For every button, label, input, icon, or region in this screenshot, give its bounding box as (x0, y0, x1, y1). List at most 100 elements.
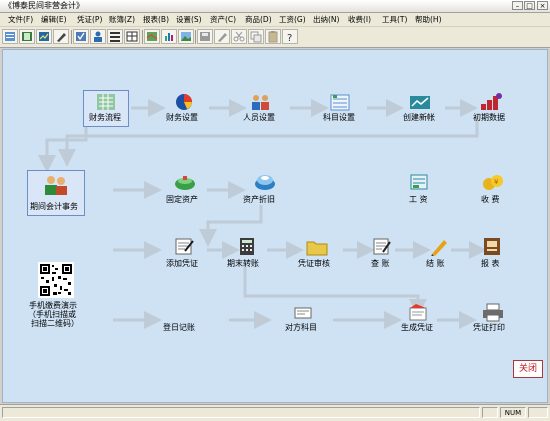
menu-fees[interactable]: 收费(I) (348, 13, 371, 26)
edit-icon (218, 33, 227, 42)
menu-cashier[interactable]: 出纳(N) (313, 13, 339, 26)
voucher-audit-icon[interactable] (305, 238, 329, 256)
finance-settings-icon[interactable] (173, 92, 195, 112)
menu-goods[interactable]: 商品(D) (245, 13, 272, 26)
journal-icon (173, 308, 193, 316)
toolbar-cut-button[interactable] (231, 29, 247, 44)
depreciation-label[interactable]: 资产折旧 (243, 194, 275, 205)
toolbar-save-button[interactable] (197, 29, 213, 44)
toolbar-report-button[interactable] (36, 29, 52, 44)
paste-icon (268, 31, 278, 43)
qr-code-icon[interactable] (38, 262, 74, 298)
toolbar-map-button[interactable] (144, 29, 160, 44)
title-bar: 《博泰民间非营会计》 – □ × (0, 0, 550, 13)
counter-account-label[interactable]: 对方科目 (285, 322, 317, 333)
menu-edit[interactable]: 编辑(E) (41, 13, 67, 26)
menu-tools[interactable]: 工具(T) (382, 13, 407, 26)
generate-voucher-label[interactable]: 生成凭证 (401, 322, 433, 333)
finance-flow-icon (97, 94, 115, 110)
daily-journal-label[interactable]: 登日记账 (163, 322, 195, 333)
staff-settings-label[interactable]: 人员设置 (243, 112, 275, 123)
svg-text:¥: ¥ (494, 178, 499, 186)
account-settings-label[interactable]: 科目设置 (323, 112, 355, 123)
toolbar-audit-button[interactable] (73, 29, 89, 44)
voucher-print-label[interactable]: 凭证打印 (473, 322, 505, 333)
toolbar-separator (195, 30, 196, 44)
toolbar-person-button[interactable] (90, 29, 106, 44)
image-icon (181, 32, 191, 41)
menu-help[interactable]: 帮助(H) (415, 13, 442, 26)
finance-flow-label: 财务流程 (89, 113, 121, 122)
voucher-icon (5, 32, 15, 41)
finance-settings-label[interactable]: 财务设置 (166, 112, 198, 123)
opening-data-icon[interactable] (479, 92, 503, 112)
menu-report[interactable]: 报表(B) (143, 13, 169, 26)
menu-payroll[interactable]: 工资(G) (279, 13, 306, 26)
payroll-label[interactable]: 工 资 (409, 194, 428, 205)
ledger-icon (22, 32, 32, 41)
payroll-icon[interactable] (408, 172, 430, 192)
toolbar-copy-button[interactable] (248, 29, 264, 44)
status-caps-panel (482, 407, 498, 418)
generate-voucher-icon[interactable] (406, 302, 430, 322)
list-icon (110, 32, 120, 42)
maximize-button[interactable]: □ (524, 1, 535, 10)
staff-settings-icon[interactable] (249, 92, 273, 112)
menu-assets[interactable]: 资产(C) (210, 13, 236, 26)
close-books-label[interactable]: 结 账 (426, 258, 445, 269)
toolbar-chart-button[interactable] (161, 29, 177, 44)
toolbar-ledger-button[interactable] (19, 29, 35, 44)
period-transfer-icon[interactable] (237, 236, 257, 256)
check-account-label[interactable]: 查 账 (371, 258, 390, 269)
fees-icon[interactable]: ¥ (481, 172, 505, 192)
report-icon (39, 32, 49, 41)
add-voucher-label[interactable]: 添加凭证 (166, 258, 198, 269)
toolbar-pen-button[interactable] (53, 29, 69, 44)
menu-file[interactable]: 文件(F) (8, 13, 33, 26)
close-button[interactable]: 关闭 (513, 360, 543, 378)
toolbar-list-button[interactable] (107, 29, 123, 44)
new-ledger-icon[interactable] (408, 92, 432, 112)
check-account-icon[interactable] (371, 236, 393, 256)
status-bar: NUM (0, 404, 550, 421)
fixed-assets-icon[interactable] (173, 174, 197, 192)
qr-caption-line3: 扫描二维码） (31, 319, 79, 328)
close-books-icon[interactable] (428, 236, 450, 256)
toolbar-help-button[interactable]: ? (282, 29, 298, 44)
help-icon: ? (287, 33, 292, 43)
new-ledger-label[interactable]: 创建新帐 (403, 112, 435, 123)
status-scroll-panel (528, 407, 548, 418)
toolbar: ? (0, 27, 550, 48)
depreciation-icon[interactable] (253, 172, 277, 192)
toolbar-separator (71, 30, 72, 44)
save-icon (200, 32, 210, 41)
toolbar-separator (142, 30, 143, 44)
svg-text:?: ? (287, 33, 292, 43)
menu-voucher[interactable]: 凭证(P) (77, 13, 102, 26)
reports-icon[interactable] (481, 236, 503, 256)
map-icon (146, 32, 158, 41)
fixed-assets-label[interactable]: 固定资产 (166, 194, 198, 205)
account-settings-icon[interactable] (329, 92, 351, 112)
menu-ledger[interactable]: 账簿(Z) (109, 13, 135, 26)
voucher-print-icon[interactable] (481, 302, 505, 322)
menu-settings[interactable]: 设置(S) (176, 13, 202, 26)
toolbar-table-button[interactable] (124, 29, 140, 44)
toolbar-voucher-button[interactable] (2, 29, 18, 44)
minimize-button[interactable]: – (512, 1, 523, 10)
status-message-panel (2, 407, 480, 418)
flow-canvas: 财务流程 财务设置 人员设置 科目设置 创建新帐 初期数据 期间会计事务 固定资… (2, 49, 548, 403)
cut-icon (233, 31, 245, 42)
period-transfer-label[interactable]: 期末转账 (227, 258, 259, 269)
close-window-button[interactable]: × (537, 1, 548, 10)
voucher-audit-label[interactable]: 凭证审核 (298, 258, 330, 269)
opening-data-label[interactable]: 初期数据 (473, 112, 505, 123)
toolbar-paste-button[interactable] (265, 29, 281, 44)
reports-label[interactable]: 报 表 (481, 258, 500, 269)
toolbar-edit-button[interactable] (214, 29, 230, 44)
audit-icon (76, 32, 86, 41)
toolbar-image-button[interactable] (178, 29, 194, 44)
fees-label[interactable]: 收 费 (481, 194, 500, 205)
counter-account-icon[interactable] (293, 306, 313, 320)
add-voucher-icon[interactable] (173, 236, 195, 256)
